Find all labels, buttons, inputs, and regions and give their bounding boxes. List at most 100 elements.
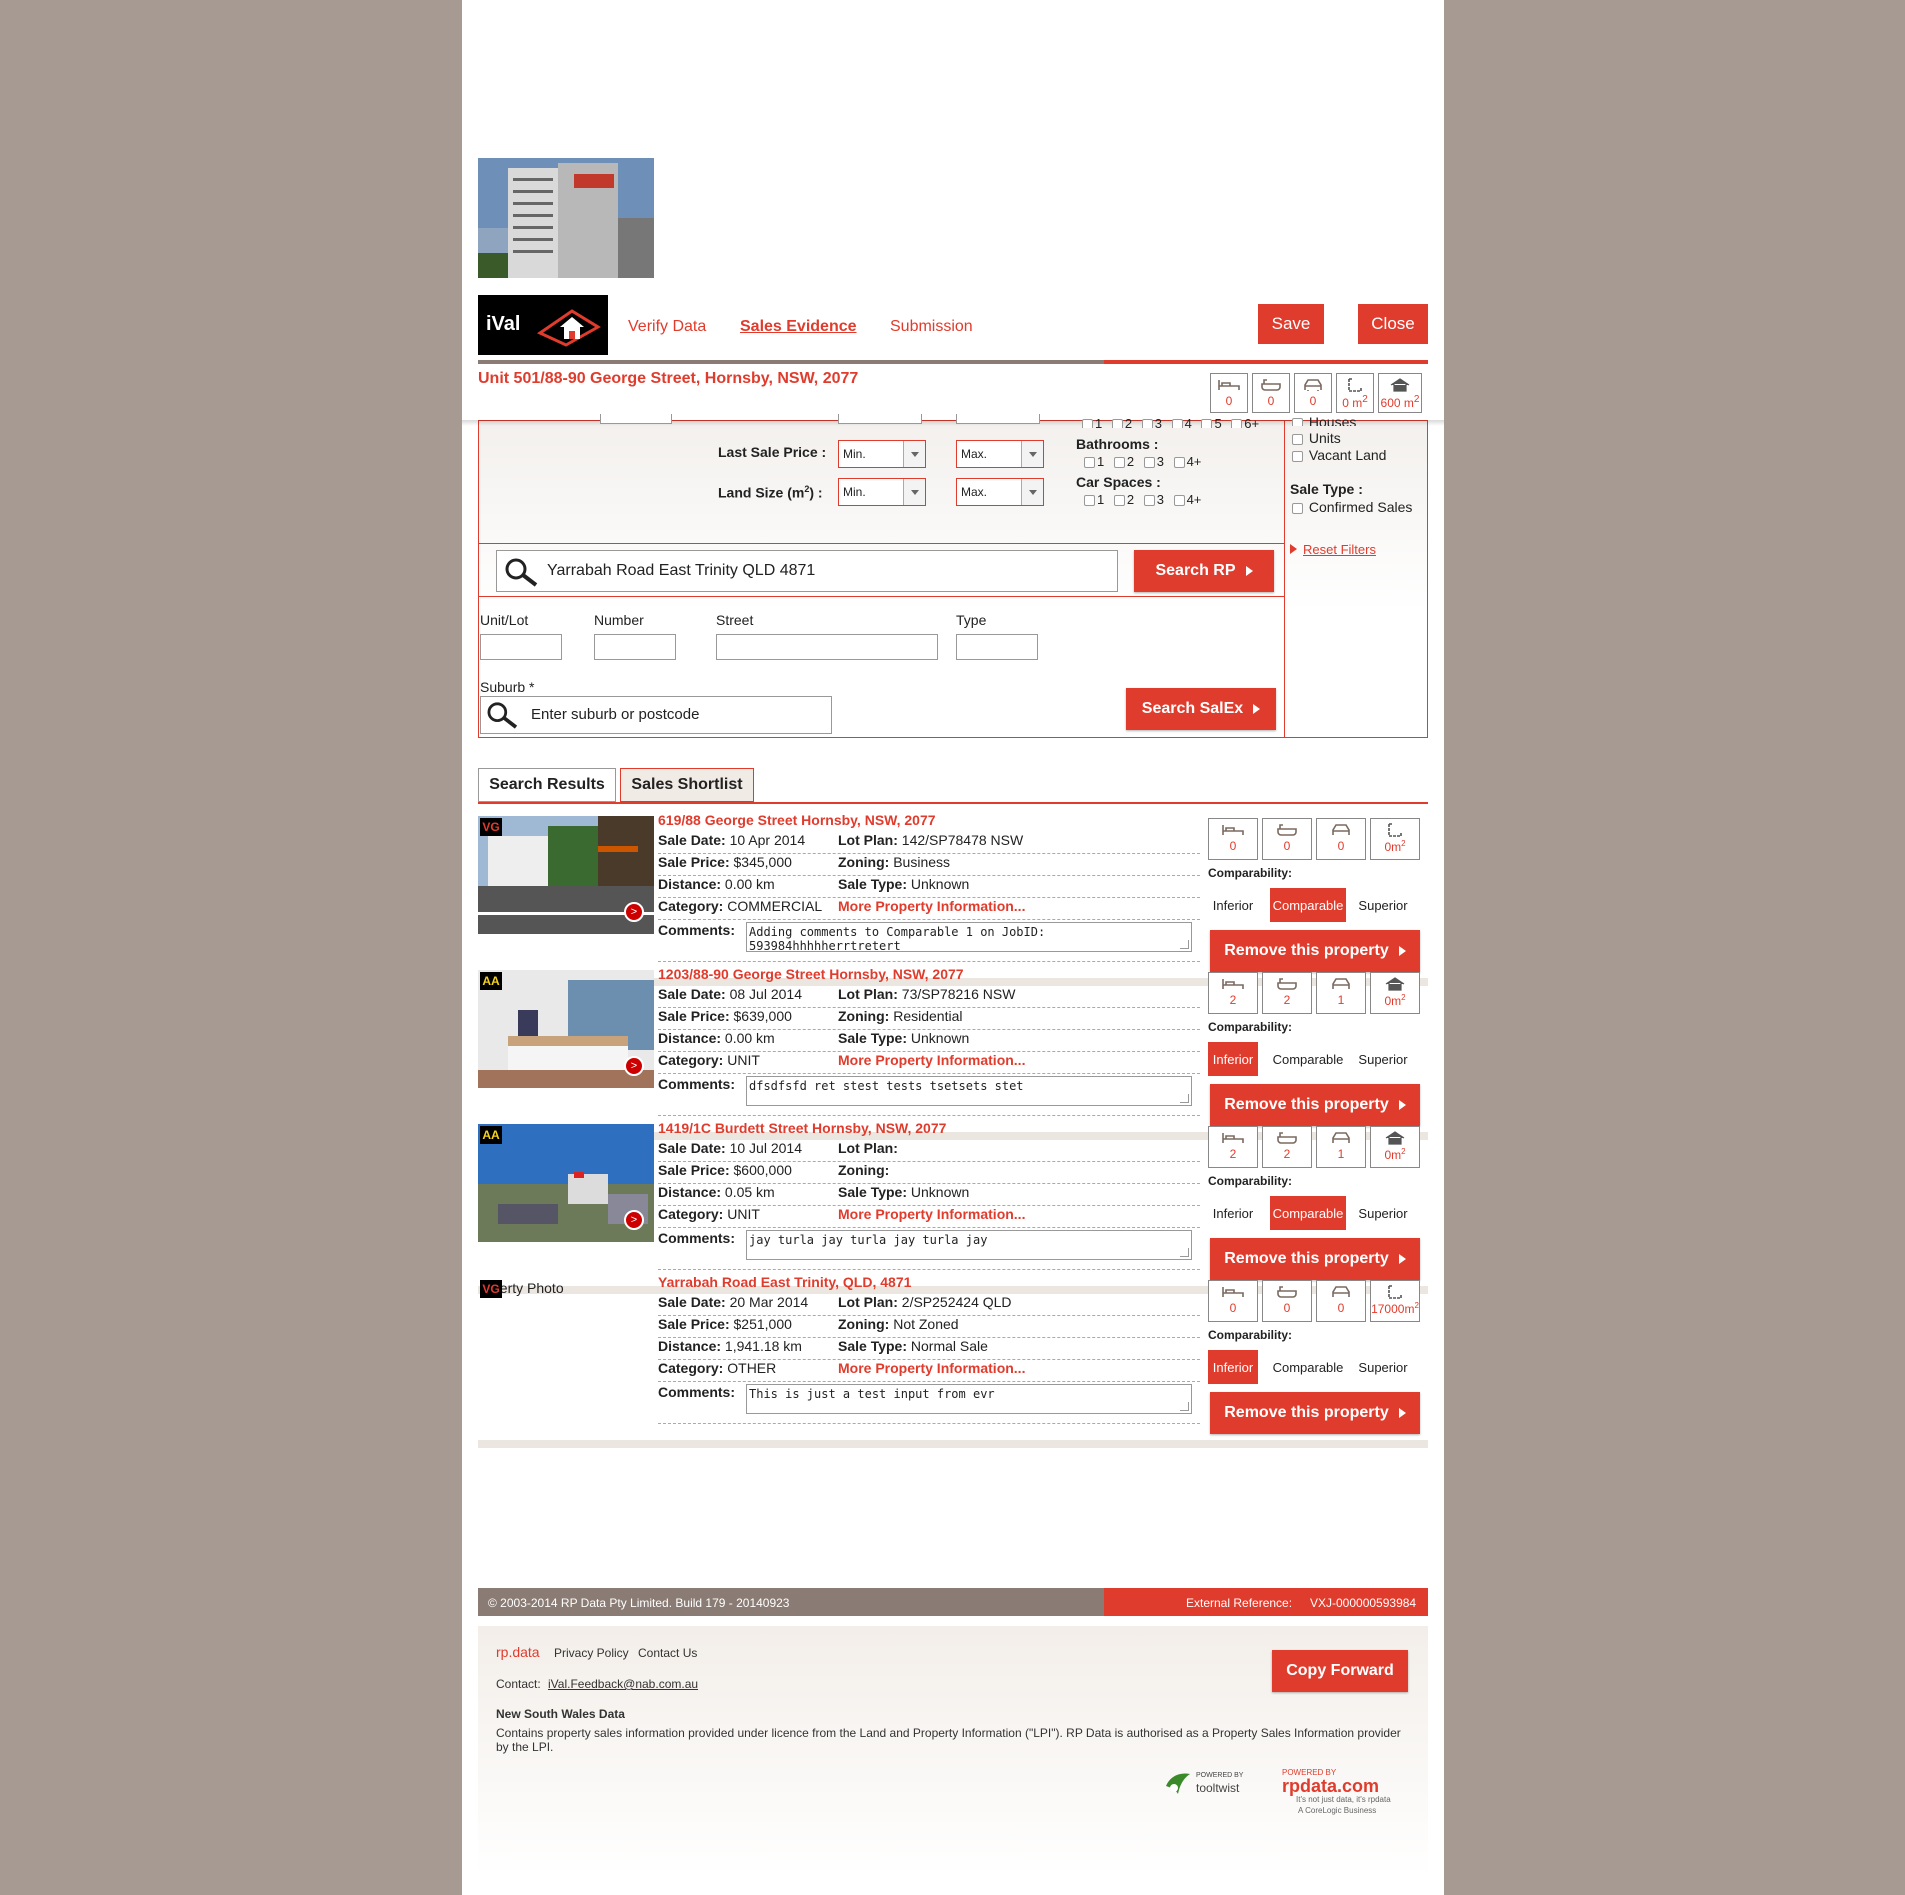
chevron-down-icon[interactable] [903, 441, 925, 467]
chevron-down-icon[interactable] [1021, 479, 1043, 505]
bath-icon [1263, 1285, 1311, 1299]
rp-search-input[interactable]: Yarrabah Road East Trinity QLD 4871 [496, 550, 1118, 592]
houses-checkbox[interactable] [1292, 417, 1303, 426]
comparability-comparable[interactable]: Comparable [1270, 1042, 1346, 1076]
attribute-value: 0 [1229, 1301, 1237, 1315]
bed-6plus-checkbox[interactable] [1231, 419, 1243, 428]
close-button[interactable]: Close [1358, 304, 1428, 344]
more-property-info-link[interactable]: More Property Information... [838, 1206, 1025, 1222]
property-title-link[interactable]: 1419/1C Burdett Street Hornsby, NSW, 207… [658, 1120, 946, 1136]
comments-textarea[interactable]: This is just a test input from evr [746, 1384, 1192, 1414]
detail-value: 0.00 km [724, 1030, 775, 1046]
street-input[interactable] [716, 634, 938, 660]
number-label: Number [594, 612, 644, 628]
comparability-inferior[interactable]: Inferior [1208, 1350, 1258, 1384]
car-1-checkbox[interactable] [1084, 495, 1095, 507]
bed-1-checkbox[interactable] [1082, 419, 1093, 428]
search-rp-button[interactable]: Search RP [1134, 550, 1274, 592]
remove-property-button[interactable]: Remove this property [1210, 1392, 1420, 1434]
comparability-superior[interactable]: Superior [1352, 1196, 1414, 1230]
vacant-land-checkbox[interactable] [1292, 450, 1303, 462]
car-2-checkbox[interactable] [1113, 495, 1125, 507]
bedrooms-options: 1 2 3 4 5 6+ [1082, 416, 1265, 428]
comparability-comparable[interactable]: Comparable [1270, 888, 1346, 922]
comments-textarea[interactable]: Adding comments to Comparable 1 on JobID… [746, 922, 1192, 953]
comments-label: Comments: [658, 1076, 736, 1092]
detail-left: Category: UNIT [658, 1206, 760, 1222]
area-unit-sup: 2 [1414, 1301, 1419, 1310]
car-4plus-checkbox[interactable] [1173, 495, 1185, 507]
play-photos-icon[interactable]: > [624, 902, 644, 922]
copy-forward-button[interactable]: Copy Forward [1272, 1650, 1408, 1692]
ival-logo[interactable]: iVal [478, 295, 608, 355]
bath-4plus-checkbox[interactable] [1173, 457, 1185, 469]
comparability-superior[interactable]: Superior [1352, 888, 1414, 922]
nav-submission[interactable]: Submission [890, 318, 973, 336]
comparability-inferior[interactable]: Inferior [1208, 1042, 1258, 1076]
car-spaces-box: 1 [1316, 1126, 1366, 1168]
last-sale-price-min[interactable]: Min. [838, 440, 926, 468]
bed-icon [1209, 977, 1257, 991]
subject-address: Unit 501/88-90 George Street, Hornsby, N… [478, 370, 859, 387]
contact-us-link[interactable]: Contact Us [638, 1646, 697, 1660]
reset-filters-link[interactable]: Reset Filters [1290, 542, 1376, 557]
bath-3-checkbox[interactable] [1143, 457, 1155, 469]
comments-textarea[interactable]: jay turla jay turla jay turla jay [746, 1230, 1192, 1260]
search-salex-button[interactable]: Search SalEx [1126, 688, 1276, 730]
units-checkbox[interactable] [1292, 433, 1303, 445]
comparability-comparable[interactable]: Comparable [1270, 1350, 1346, 1384]
save-button[interactable]: Save [1258, 304, 1324, 344]
comparability-inferior[interactable]: Inferior [1208, 888, 1258, 922]
area-unit-sup: 2 [1401, 993, 1406, 1002]
attribute-value: 0m [1384, 994, 1402, 1008]
bath-2-checkbox[interactable] [1113, 457, 1125, 469]
bedrooms-box: 0 [1208, 1280, 1258, 1322]
land-size-min[interactable]: Min. [838, 478, 926, 506]
play-photos-icon[interactable]: > [624, 1210, 644, 1230]
comments-textarea[interactable]: dfsdfsfd ret stest tests tsetsets stet [746, 1076, 1192, 1106]
unit-lot-input[interactable] [480, 634, 562, 660]
play-photos-icon[interactable]: > [624, 1056, 644, 1076]
detail-label: Lot Plan: [838, 832, 898, 848]
bed-5-checkbox[interactable] [1201, 419, 1213, 428]
contact-email-link[interactable]: iVal.Feedback@nab.com.au [548, 1677, 698, 1691]
car-3-checkbox[interactable] [1143, 495, 1155, 507]
comparability-superior[interactable]: Superior [1352, 1042, 1414, 1076]
type-input[interactable] [956, 634, 1038, 660]
more-property-info-link[interactable]: More Property Information... [838, 1360, 1025, 1376]
suburb-input[interactable]: Enter suburb or postcode [480, 696, 832, 734]
nav-verify-data[interactable]: Verify Data [628, 318, 706, 336]
property-title-link[interactable]: 1203/88-90 George Street Hornsby, NSW, 2… [658, 966, 964, 982]
nav-sales-evidence[interactable]: Sales Evidence [740, 318, 857, 336]
detail-label: Distance: [658, 1030, 722, 1046]
bath-1-checkbox[interactable] [1084, 457, 1095, 469]
comparability-inferior[interactable]: Inferior [1208, 1196, 1258, 1230]
house-icon [1371, 1131, 1419, 1145]
chevron-down-icon[interactable] [1021, 441, 1043, 467]
detail-line: Category: OTHER More Property Information… [658, 1360, 1200, 1382]
property-title-link[interactable]: 619/88 George Street Hornsby, NSW, 2077 [658, 812, 936, 828]
bed-3-checkbox[interactable] [1141, 419, 1153, 428]
bed-2-checkbox[interactable] [1111, 419, 1123, 428]
arrow-right-icon [1398, 1408, 1406, 1418]
arrow-right-icon [1245, 566, 1253, 576]
comparability-comparable[interactable]: Comparable [1270, 1196, 1346, 1230]
tab-search-results[interactable]: Search Results [478, 768, 616, 802]
land-size-max[interactable]: Max. [956, 478, 1044, 506]
detail-value: Normal Sale [910, 1338, 988, 1354]
number-input[interactable] [594, 634, 676, 660]
detail-label: Zoning: [838, 1316, 890, 1332]
chevron-down-icon[interactable] [903, 479, 925, 505]
more-property-info-link[interactable]: More Property Information... [838, 898, 1025, 914]
comparability-superior[interactable]: Superior [1352, 1350, 1414, 1384]
privacy-policy-link[interactable]: Privacy Policy [554, 1646, 629, 1660]
corelogic-text: A CoreLogic Business [1298, 1806, 1377, 1815]
confirmed-sales-checkbox[interactable] [1292, 502, 1303, 514]
property-title-link[interactable]: Yarrabah Road East Trinity, QLD, 4871 [658, 1274, 911, 1290]
tab-sales-shortlist[interactable]: Sales Shortlist [620, 768, 754, 802]
last-sale-price-max[interactable]: Max. [956, 440, 1044, 468]
detail-label: Sale Date: [658, 832, 726, 848]
more-property-info-link[interactable]: More Property Information... [838, 1052, 1025, 1068]
bed-4-checkbox[interactable] [1171, 419, 1183, 428]
detail-line: Sale Date: 10 Jul 2014 Lot Plan: [658, 1140, 1200, 1162]
